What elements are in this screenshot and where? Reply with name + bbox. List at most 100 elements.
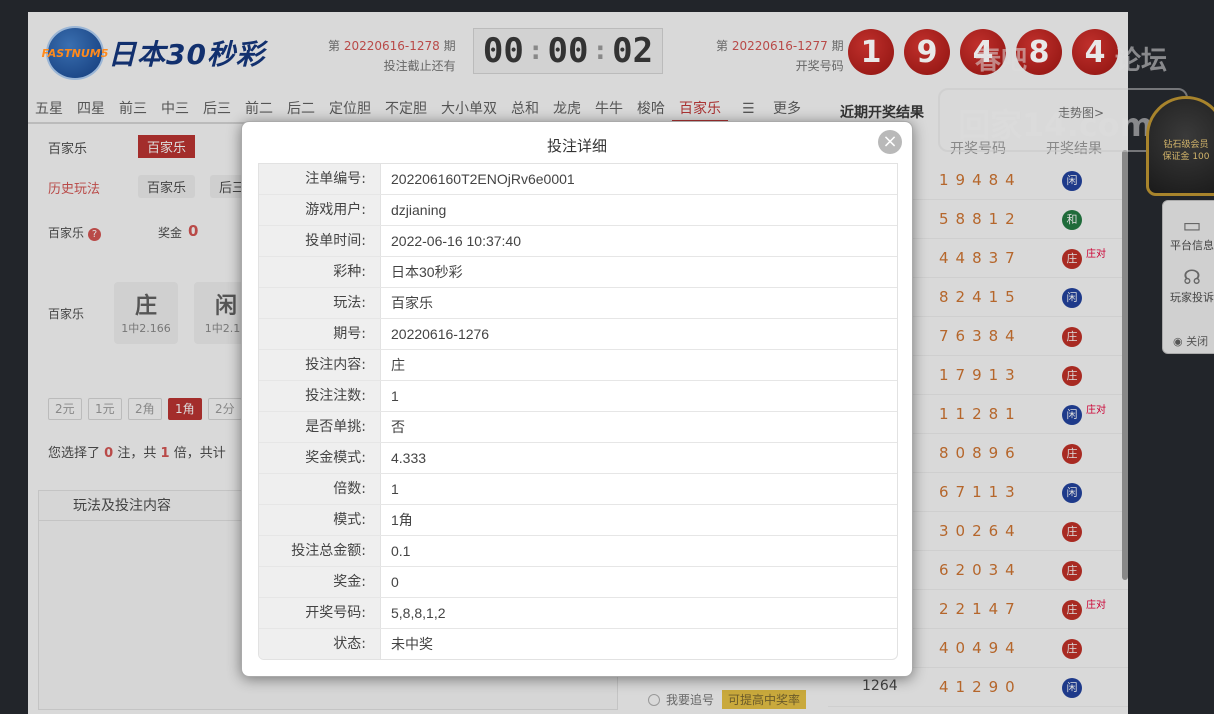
detail-label: 投单时间: [259, 226, 381, 256]
result-badge: 庄 [1062, 522, 1082, 542]
detail-value: 日本30秒彩 [391, 264, 463, 280]
detail-value: 0.1 [391, 543, 411, 559]
tab-14[interactable]: 百家乐 [672, 96, 728, 122]
detail-row: 投注总金额: 0.1 [259, 536, 897, 567]
detail-value: 未中奖 [391, 636, 433, 652]
detail-label: 游戏用户: [259, 195, 381, 225]
detail-label: 投注总金额: [259, 536, 381, 566]
platform-info-item[interactable]: ▭ 平台信息 [1163, 201, 1214, 253]
unit-button-active[interactable]: 1角 [168, 398, 202, 420]
tab-13[interactable]: 梭哈 [630, 96, 672, 122]
help-icon[interactable]: ? [88, 228, 102, 241]
detail-row: 游戏用户: dzjianing [259, 195, 897, 226]
result-code: 19484 [939, 171, 1022, 189]
tab-7[interactable]: 定位胆 [322, 96, 378, 122]
result-pair: 庄对 [1086, 405, 1106, 416]
unit-button[interactable]: 2角 [128, 398, 162, 420]
modal-title: 投注详细 [546, 137, 607, 155]
last-issue-info: 第 20220616-1277 期 开奖号码 [716, 36, 844, 76]
baccarat-label: 百家乐? [48, 224, 102, 241]
chase-radio[interactable] [648, 693, 660, 706]
detail-label: 是否单挑: [259, 412, 381, 442]
watermark-text: 回家14.com [958, 106, 1153, 144]
bonus-label: 奖金 [158, 226, 183, 240]
result-code: 80896 [939, 444, 1022, 462]
header: FASTNUM5 日本30秒彩 第 20220616-1278 期 投注截止还有… [28, 12, 1128, 92]
result-badge: 庄 [1062, 249, 1082, 269]
detail-row: 玩法: 百家乐 [259, 288, 897, 319]
tab-5[interactable]: 前二 [238, 96, 280, 122]
chase-label: 我要追号 [666, 693, 715, 707]
tab-11[interactable]: 龙虎 [546, 96, 588, 122]
logo[interactable]: FASTNUM5 日本30秒彩 [42, 26, 265, 80]
result-badge: 庄 [1062, 444, 1082, 464]
issue-prefix: 第 [328, 39, 341, 53]
tab-8[interactable]: 不定胆 [378, 96, 434, 122]
current-issue-info: 第 20220616-1278 期 投注截止还有 [328, 36, 456, 76]
result-code: 11281 [939, 405, 1022, 423]
result-code: 62034 [939, 561, 1022, 579]
timer-hours: 00 [482, 31, 524, 71]
more-tabs-button[interactable]: ☰ 更多 [728, 96, 815, 122]
result-badge: 和 [1062, 210, 1082, 230]
result-badge: 闲 [1062, 405, 1082, 425]
baccarat-label-text: 百家乐 [48, 226, 85, 240]
issue-suffix: 期 [443, 39, 456, 53]
chase-option[interactable]: 我要追号 可提高中奖率 [648, 690, 807, 709]
sub-play-tag[interactable]: 百家乐 [138, 135, 196, 158]
chase-tip: 可提高中奖率 [722, 690, 807, 709]
bet-option-banker[interactable]: 庄 1中2.166 [114, 282, 178, 344]
floating-service-panel: ▭ 平台信息 ☊ 玩家投诉 ◉ 关闭 [1162, 200, 1214, 354]
detail-label: 注单编号: [259, 164, 381, 194]
detail-row: 投单时间: 2022-06-16 10:37:40 [259, 226, 897, 257]
scrollbar[interactable] [1122, 150, 1128, 580]
tab-4[interactable]: 后三 [196, 96, 238, 122]
detail-value: 4.333 [391, 450, 427, 466]
unit-button[interactable]: 2元 [48, 398, 82, 420]
float-close-button[interactable]: ◉ 关闭 [1173, 333, 1208, 349]
result-badge: 庄 [1062, 639, 1082, 659]
result-pair: 庄对 [1086, 600, 1106, 611]
detail-value: 否 [391, 419, 405, 435]
unit-button[interactable]: 2分 [208, 398, 242, 420]
bonus-value: 0 [188, 222, 199, 240]
complaint-item[interactable]: ☊ 玩家投诉 [1163, 253, 1214, 305]
close-icon[interactable]: × [878, 130, 902, 154]
unit-button[interactable]: 1元 [88, 398, 122, 420]
more-label: 更多 [773, 101, 802, 117]
detail-row: 模式: 1角 [259, 505, 897, 536]
bet-option-odds: 1中2.166 [121, 322, 171, 335]
last-issue-label: 开奖号码 [795, 59, 844, 73]
result-code: 17913 [939, 366, 1022, 384]
result-badge: 庄 [1062, 561, 1082, 581]
recent-results-title: 近期开奖结果 [840, 105, 924, 121]
logo-text: 日本30秒彩 [108, 38, 265, 71]
tab-6[interactable]: 后二 [280, 96, 322, 122]
tab-9[interactable]: 大小单双 [434, 96, 504, 122]
history-tag[interactable]: 百家乐 [138, 175, 196, 198]
detail-row: 彩种: 日本30秒彩 [259, 257, 897, 288]
detail-value: 5,8,8,1,2 [391, 605, 446, 621]
tab-12[interactable]: 牛牛 [588, 96, 630, 122]
tab-0[interactable]: 五星 [28, 96, 70, 122]
tab-3[interactable]: 中三 [154, 96, 196, 122]
deadline-label: 投注截止还有 [383, 59, 456, 73]
detail-label: 奖金模式: [259, 443, 381, 473]
sub-play-label: 百家乐 [48, 142, 88, 157]
current-issue-number: 20220616-1278 [343, 39, 440, 53]
diamond-member-seal: 钻石级会员 保证金 100 [1146, 96, 1214, 196]
result-code: 41290 [939, 678, 1022, 696]
result-badge: 庄 [1062, 366, 1082, 386]
seal-line: 钻石级会员 [1163, 140, 1209, 150]
tab-1[interactable]: 四星 [70, 96, 112, 122]
result-code: 82415 [939, 288, 1022, 306]
summary-text: 您选择了 [48, 446, 101, 461]
detail-label: 模式: [259, 505, 381, 535]
detail-row: 开奖号码: 5,8,8,1,2 [259, 598, 897, 629]
result-code: 40494 [939, 639, 1022, 657]
tab-10[interactable]: 总和 [504, 96, 546, 122]
tab-2[interactable]: 前三 [112, 96, 154, 122]
watermark-text: 论坛 [1115, 46, 1168, 76]
timer-minutes: 00 [547, 31, 589, 71]
result-ball: 9 [904, 29, 950, 75]
